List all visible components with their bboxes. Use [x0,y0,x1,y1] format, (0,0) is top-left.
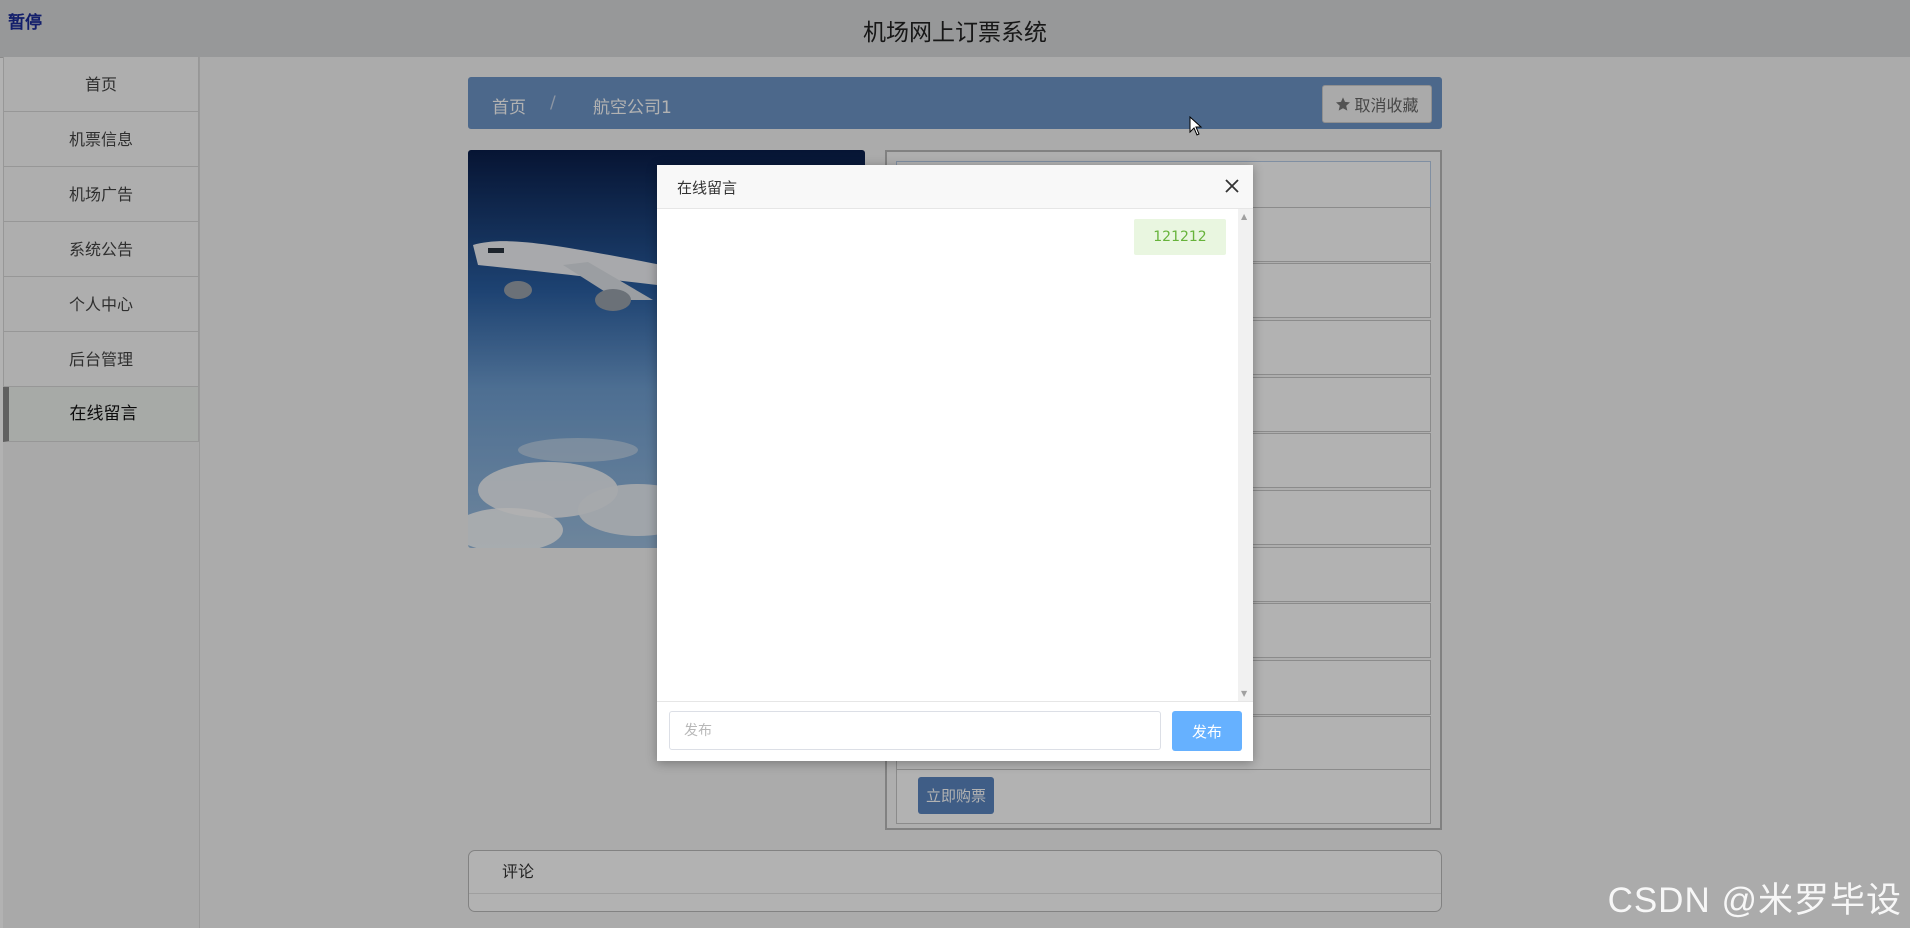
message-bubble: 121212 [1134,219,1226,255]
post-button[interactable]: 发布 [1172,711,1242,751]
scroll-up-icon[interactable]: ▲ [1241,212,1247,221]
message-list: 121212 ▲ ▼ [657,209,1253,702]
mouse-cursor-icon [1189,115,1203,140]
dialog-title: 在线留言 [677,179,738,197]
watermark-text: CSDN @米罗毕设 [1607,881,1902,920]
dialog-header: 在线留言 [657,165,1253,209]
close-icon[interactable] [1225,173,1239,197]
online-message-dialog: 在线留言 121212 ▲ ▼ 发布 [657,165,1253,761]
scroll-down-icon[interactable]: ▼ [1241,689,1247,698]
message-scrollbar[interactable]: ▲ ▼ [1238,209,1253,701]
message-input[interactable] [669,711,1161,750]
